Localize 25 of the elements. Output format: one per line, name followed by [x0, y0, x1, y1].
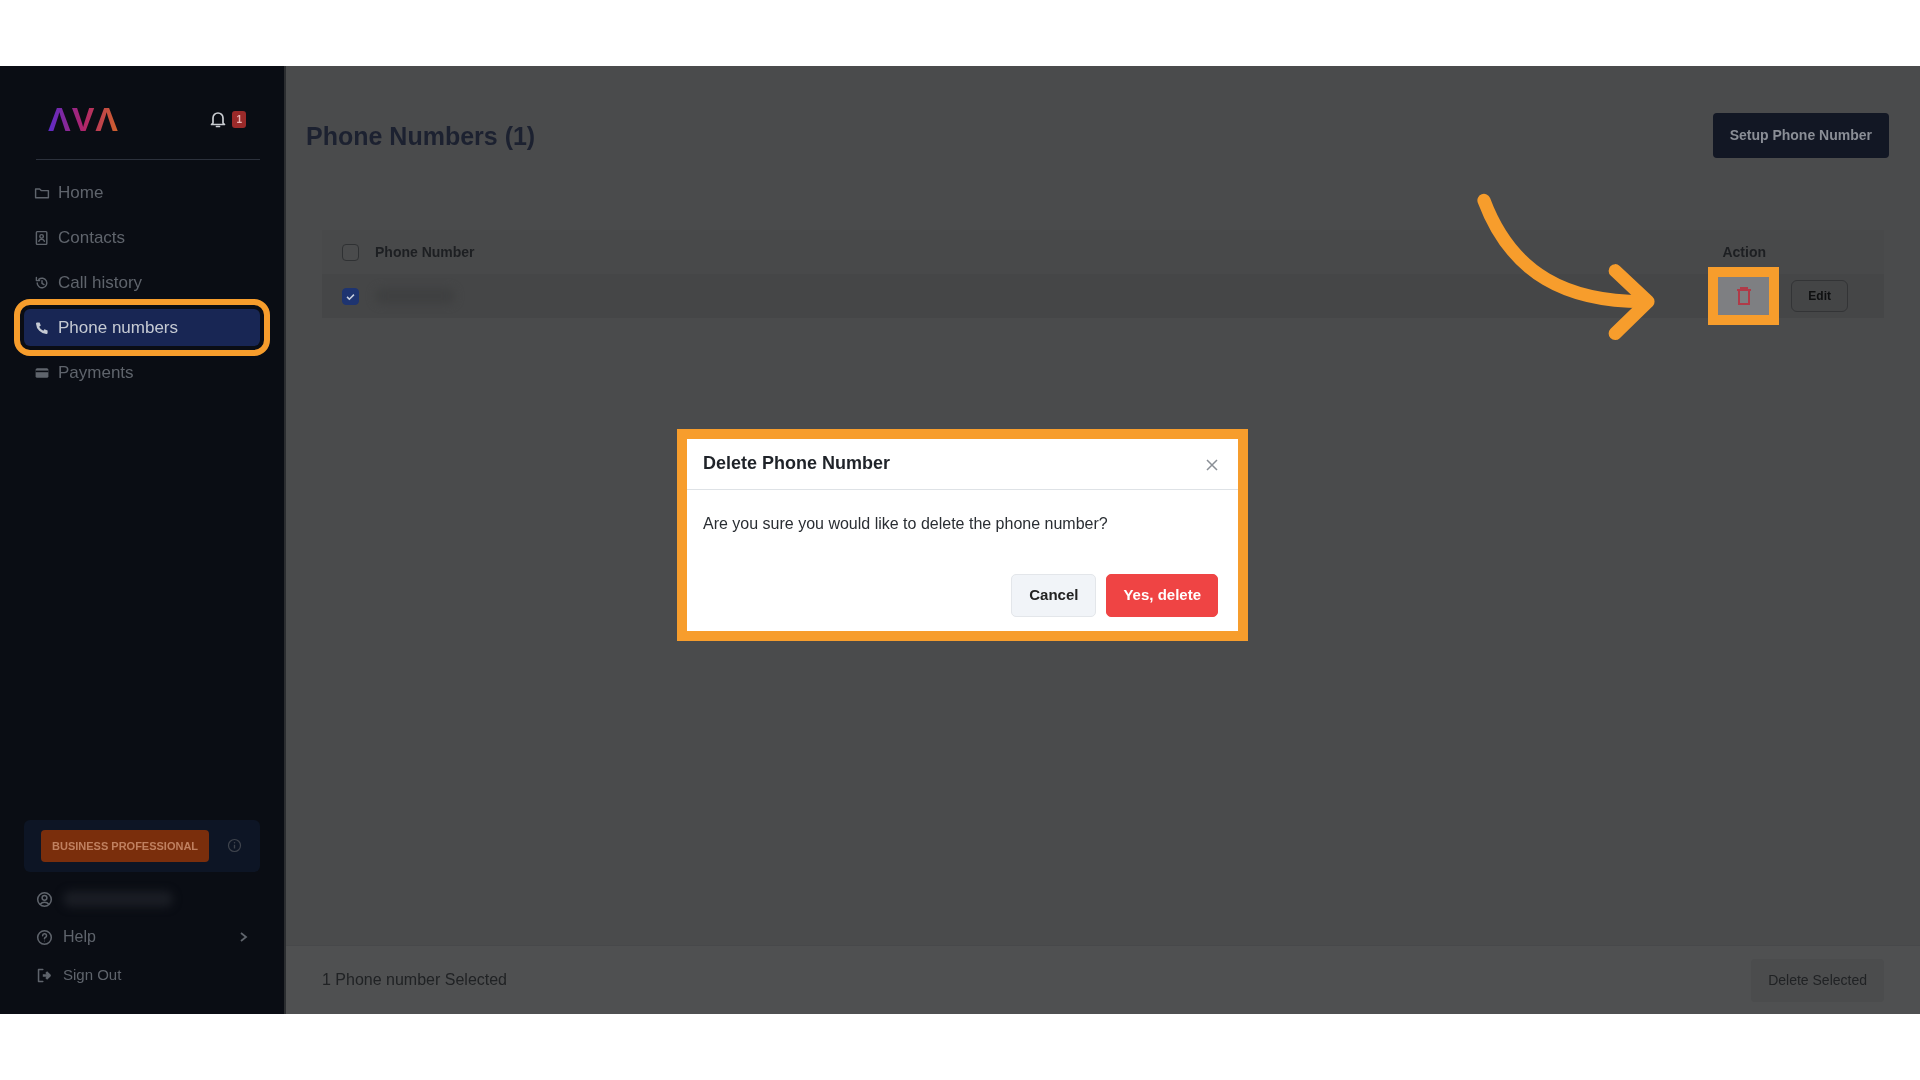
- close-icon: [1206, 459, 1218, 472]
- contact-card-icon: [34, 229, 50, 246]
- trash-icon: [1734, 286, 1753, 306]
- phone-icon: [34, 319, 50, 336]
- chevron-icon: [238, 931, 248, 943]
- help-icon: [36, 928, 53, 946]
- notification-count: 1: [232, 110, 246, 128]
- sign-out-icon: [36, 966, 53, 984]
- dialog-message: Are you sure you would like to delete the phone number?: [702, 514, 1109, 534]
- nav-item[interactable]: Payments: [24, 354, 260, 391]
- dialog-title: Delete Phone Number: [703, 453, 891, 475]
- nav-item[interactable]: Call history: [24, 264, 260, 301]
- history-icon: [34, 274, 50, 291]
- cancel-button[interactable]: Cancel: [1011, 574, 1097, 617]
- info-icon: [227, 838, 242, 854]
- user-icon: [36, 890, 53, 908]
- row-checkbox[interactable]: [342, 287, 359, 305]
- confirm-button[interactable]: Yes, delete: [1106, 574, 1218, 617]
- help-link[interactable]: Help: [24, 918, 260, 956]
- nav-item[interactable]: Home: [24, 174, 260, 211]
- plan-badge: BUSINESS PROFESSIONAL: [41, 829, 210, 862]
- nav-item[interactable]: Contacts: [24, 219, 260, 256]
- select-all-checkbox[interactable]: [342, 243, 359, 261]
- sign-out-link[interactable]: Sign Out: [24, 956, 260, 994]
- setup-phone-number-button[interactable]: Setup Phone Number: [1712, 113, 1889, 158]
